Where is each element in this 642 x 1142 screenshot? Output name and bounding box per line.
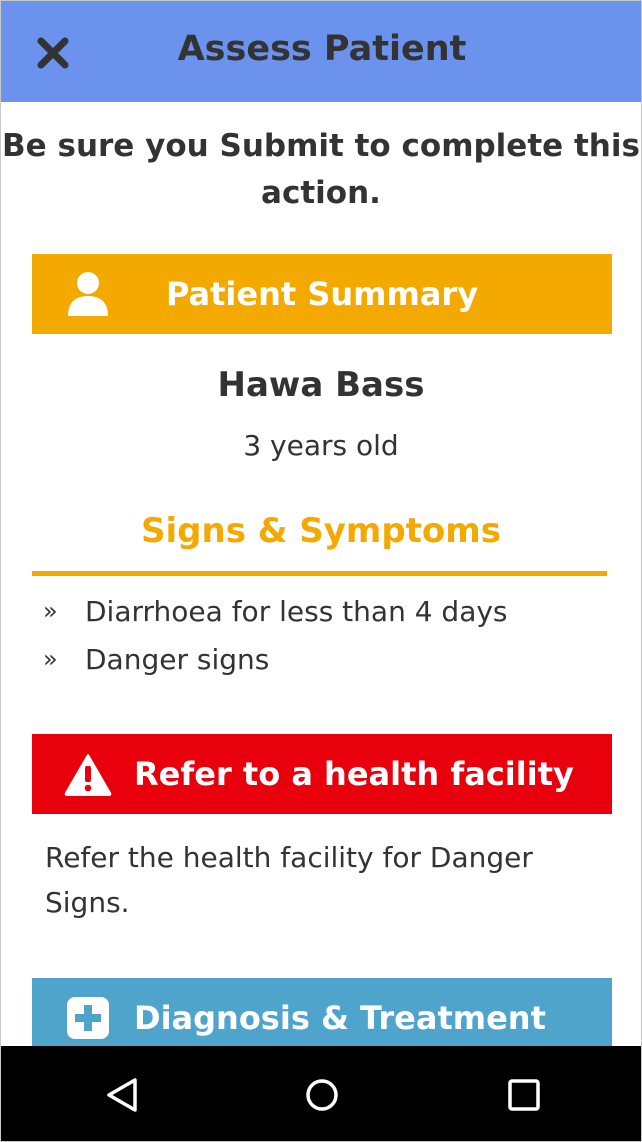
signs-divider xyxy=(32,571,607,576)
page-title: Assess Patient xyxy=(177,29,467,69)
header-bar: Assess Patient xyxy=(1,1,641,102)
patient-summary-header: Patient Summary xyxy=(32,254,612,334)
bullet-marker: » xyxy=(43,597,58,625)
list-item: » Danger signs xyxy=(43,635,508,683)
bullet-marker: » xyxy=(43,645,58,673)
patient-age: 3 years old xyxy=(243,429,399,462)
warning-icon xyxy=(64,750,112,798)
refer-header: Refer to a health facility xyxy=(32,734,612,814)
symptom-list: » Diarrhoea for less than 4 days » Dange… xyxy=(43,587,508,683)
diagnosis-label: Diagnosis & Treatment xyxy=(134,999,546,1037)
nav-home-button[interactable] xyxy=(297,1070,347,1120)
nav-recent-apps-button[interactable] xyxy=(499,1070,549,1120)
nav-back-button[interactable] xyxy=(97,1070,147,1120)
system-navigation-bar xyxy=(1,1046,641,1141)
recent-apps-square-icon xyxy=(508,1079,540,1111)
refer-label: Refer to a health facility xyxy=(134,755,574,793)
back-triangle-icon xyxy=(107,1078,137,1112)
app-screen: Assess Patient Be sure you Submit to com… xyxy=(0,0,642,1142)
home-circle-icon xyxy=(306,1079,338,1111)
signs-symptoms-title: Signs & Symptoms xyxy=(141,511,501,551)
list-item: » Diarrhoea for less than 4 days xyxy=(43,587,508,635)
symptom-text: Danger signs xyxy=(85,642,270,676)
refer-description: Refer the health facility for Danger Sig… xyxy=(45,841,533,919)
submit-warning-text: Be sure you Submit to complete this acti… xyxy=(2,128,640,211)
patient-name: Hawa Bass xyxy=(217,365,425,405)
medical-plus-icon xyxy=(64,994,112,1042)
patient-summary-label: Patient Summary xyxy=(165,275,479,313)
symptom-text: Diarrhoea for less than 4 days xyxy=(85,594,508,628)
